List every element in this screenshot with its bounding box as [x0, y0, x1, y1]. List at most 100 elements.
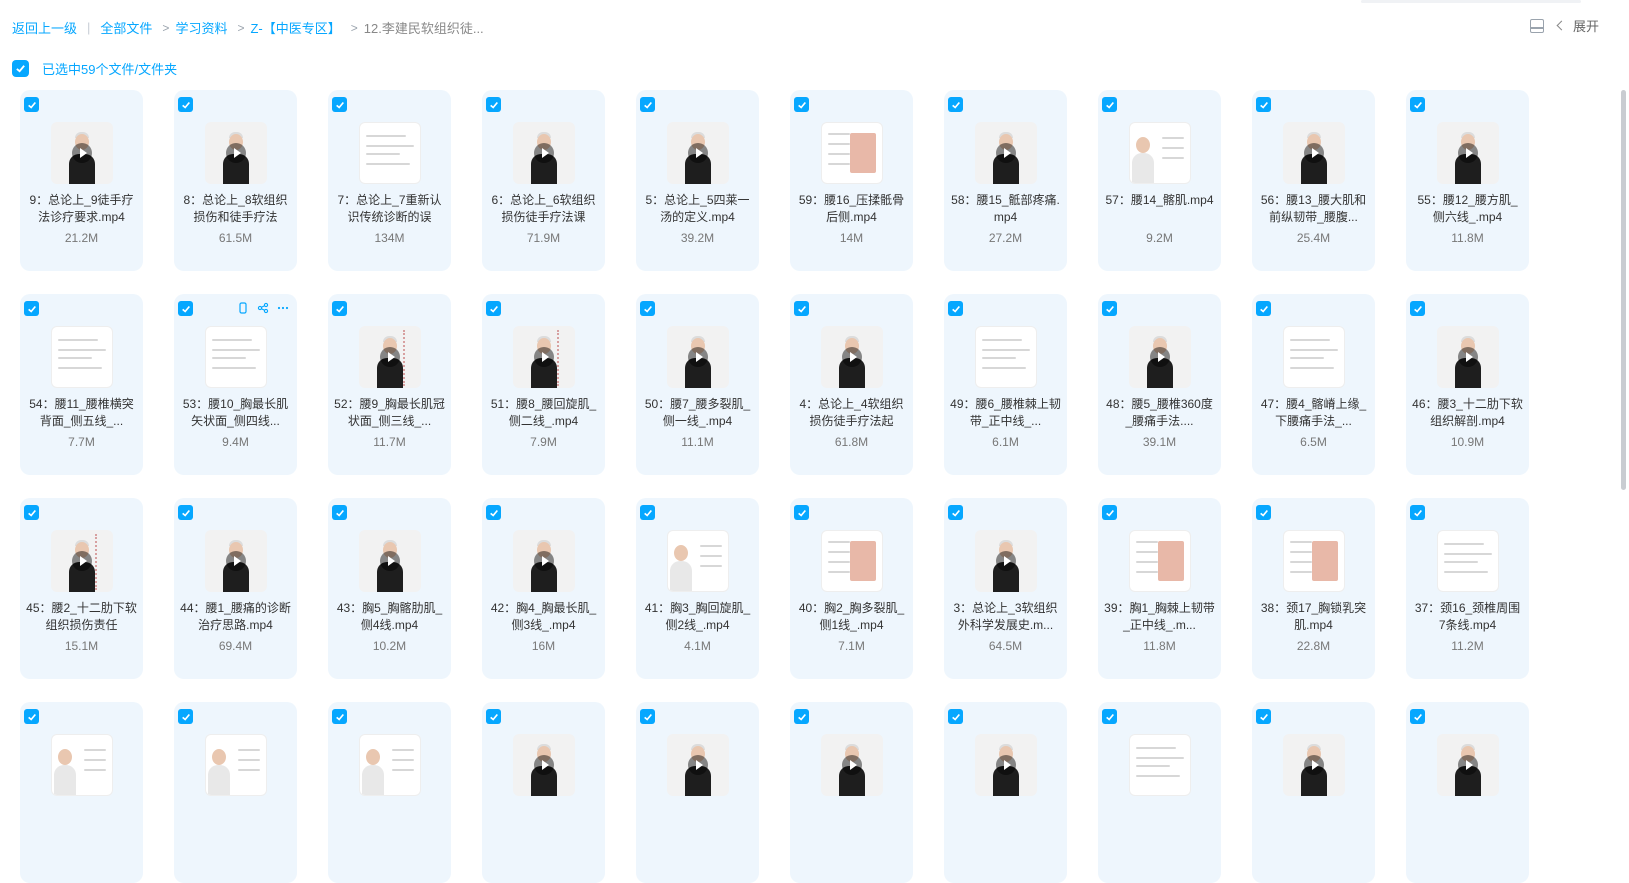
file-card[interactable]: 38：颈17_胸锁乳突肌.mp4 22.8M [1252, 498, 1375, 679]
file-card[interactable]: 9：总论上_9徒手疗法诊疗要求.mp4 21.2M [20, 90, 143, 271]
file-checkbox[interactable] [178, 301, 193, 316]
check-icon [27, 101, 36, 109]
file-card[interactable] [174, 702, 297, 883]
file-checkbox[interactable] [794, 505, 809, 520]
file-checkbox[interactable] [1256, 301, 1271, 316]
file-card[interactable]: 46：腰3_十二肋下软组织解剖.mp4 10.9M [1406, 294, 1529, 475]
file-card[interactable]: 52：腰9_胸最长肌冠状面_侧三线_... 11.7M [328, 294, 451, 475]
breadcrumb-item-study[interactable]: 学习资料 [175, 18, 227, 37]
file-card[interactable]: 39：胸1_胸棘上韧带_正中线_.m... 11.8M [1098, 498, 1221, 679]
file-checkbox[interactable] [948, 505, 963, 520]
file-card[interactable] [790, 702, 913, 883]
file-checkbox[interactable] [640, 709, 655, 724]
select-all-checkbox[interactable] [12, 60, 29, 77]
file-checkbox[interactable] [1102, 97, 1117, 112]
file-checkbox[interactable] [1102, 505, 1117, 520]
breadcrumb-item-tcm[interactable]: Z-【中医专区】 [250, 18, 340, 37]
file-checkbox[interactable] [332, 505, 347, 520]
file-card[interactable]: 41：胸3_胸回旋肌_侧2线_.mp4 4.1M [636, 498, 759, 679]
file-card[interactable]: 37：颈16_颈椎周围7条线.mp4 11.2M [1406, 498, 1529, 679]
file-card[interactable] [1252, 702, 1375, 883]
file-card[interactable] [1406, 702, 1529, 883]
file-checkbox[interactable] [1102, 709, 1117, 724]
file-card[interactable]: 45：腰2_十二肋下软组织损伤责任 15.1M [20, 498, 143, 679]
file-checkbox[interactable] [332, 709, 347, 724]
file-card[interactable]: 4：总论上_4软组织损伤徒手疗法起 61.8M [790, 294, 913, 475]
expand-button[interactable]: 展开 [1556, 16, 1599, 35]
file-checkbox[interactable] [640, 97, 655, 112]
file-card[interactable] [482, 702, 605, 883]
play-icon [72, 143, 92, 163]
file-card[interactable]: 7：总论上_7重新认识传统诊断的误 134M [328, 90, 451, 271]
file-card[interactable] [1098, 702, 1221, 883]
file-checkbox[interactable] [486, 97, 501, 112]
file-thumbnail [821, 734, 883, 796]
file-card[interactable]: 54：腰11_腰椎横突背面_侧五线_... 7.7M [20, 294, 143, 475]
file-checkbox[interactable] [1410, 301, 1425, 316]
phone-icon[interactable] [237, 302, 249, 314]
file-checkbox[interactable] [1102, 301, 1117, 316]
file-checkbox[interactable] [1256, 505, 1271, 520]
file-checkbox[interactable] [1410, 97, 1425, 112]
share-icon[interactable] [257, 302, 269, 314]
view-mode-icon[interactable] [1529, 18, 1544, 33]
file-card[interactable]: 6：总论上_6软组织损伤徒手疗法课 71.9M [482, 90, 605, 271]
file-checkbox[interactable] [24, 709, 39, 724]
vertical-scrollbar[interactable] [1621, 90, 1626, 490]
file-card[interactable]: 47：腰4_髂嵴上缘_下腰痛手法_... 6.5M [1252, 294, 1375, 475]
file-checkbox[interactable] [332, 301, 347, 316]
file-card[interactable]: 3：总论上_3软组织外科学发展史.m... 64.5M [944, 498, 1067, 679]
file-card[interactable]: 44：腰1_腰痛的诊断治疗思路.mp4 69.4M [174, 498, 297, 679]
check-icon [1105, 509, 1114, 517]
file-card[interactable]: 51：腰8_腰回旋肌_侧二线_.mp4 7.9M [482, 294, 605, 475]
file-checkbox[interactable] [640, 301, 655, 316]
file-name: 52：腰9_胸最长肌冠状面_侧三线_... [334, 397, 445, 428]
file-card[interactable]: 49：腰6_腰椎棘上韧带_正中线_... 6.1M [944, 294, 1067, 475]
file-card[interactable] [20, 702, 143, 883]
check-icon [1105, 305, 1114, 313]
file-card[interactable]: 8：总论上_8软组织损伤和徒手疗法 61.5M [174, 90, 297, 271]
file-checkbox[interactable] [486, 301, 501, 316]
file-checkbox[interactable] [794, 709, 809, 724]
file-card[interactable]: 50：腰7_腰多裂肌_侧一线_.mp4 11.1M [636, 294, 759, 475]
file-checkbox[interactable] [486, 505, 501, 520]
file-card[interactable]: 56：腰13_腰大肌和前纵韧带_腰腹... 25.4M [1252, 90, 1375, 271]
file-checkbox[interactable] [948, 97, 963, 112]
file-checkbox[interactable] [948, 301, 963, 316]
breadcrumb-item-all-files[interactable]: 全部文件 [100, 18, 152, 37]
file-card[interactable]: 5：总论上_5四莱一汤的定义.mp4 39.2M [636, 90, 759, 271]
file-card[interactable]: 53：腰10_胸最长肌矢状面_侧四线... 9.4M [174, 294, 297, 475]
file-name: 55：腰12_腰方肌_侧六线_.mp4 [1417, 193, 1518, 224]
file-checkbox[interactable] [178, 97, 193, 112]
file-checkbox[interactable] [1256, 97, 1271, 112]
file-checkbox[interactable] [1410, 505, 1425, 520]
file-card[interactable]: 48：腰5_腰椎360度_腰痛手法.... 39.1M [1098, 294, 1221, 475]
file-card[interactable] [328, 702, 451, 883]
file-checkbox[interactable] [1410, 709, 1425, 724]
file-card[interactable] [636, 702, 759, 883]
play-icon [1304, 755, 1324, 775]
file-checkbox[interactable] [24, 301, 39, 316]
file-checkbox[interactable] [1256, 709, 1271, 724]
file-card[interactable]: 42：胸4_胸最长肌_侧3线_.mp4 16M [482, 498, 605, 679]
file-card[interactable]: 43：胸5_胸髂肋肌_侧4线.mp4 10.2M [328, 498, 451, 679]
file-checkbox[interactable] [948, 709, 963, 724]
file-checkbox[interactable] [24, 97, 39, 112]
file-card[interactable]: 40：胸2_胸多裂肌_侧1线_.mp4 7.1M [790, 498, 913, 679]
file-checkbox[interactable] [794, 301, 809, 316]
more-icon[interactable] [277, 302, 289, 314]
file-checkbox[interactable] [24, 505, 39, 520]
file-card[interactable]: 55：腰12_腰方肌_侧六线_.mp4 11.8M [1406, 90, 1529, 271]
file-card[interactable]: 59：腰16_压揉骶骨后侧.mp4 14M [790, 90, 913, 271]
file-checkbox[interactable] [640, 505, 655, 520]
file-card[interactable] [944, 702, 1067, 883]
file-checkbox[interactable] [794, 97, 809, 112]
file-checkbox[interactable] [332, 97, 347, 112]
file-card[interactable]: 58：腰15_骶部疼痛.mp4 27.2M [944, 90, 1067, 271]
file-checkbox[interactable] [178, 709, 193, 724]
play-icon [380, 551, 400, 571]
file-card[interactable]: 57：腰14_髂肌.mp4 9.2M [1098, 90, 1221, 271]
file-checkbox[interactable] [486, 709, 501, 724]
file-checkbox[interactable] [178, 505, 193, 520]
back-link[interactable]: 返回上一级 [12, 18, 77, 37]
